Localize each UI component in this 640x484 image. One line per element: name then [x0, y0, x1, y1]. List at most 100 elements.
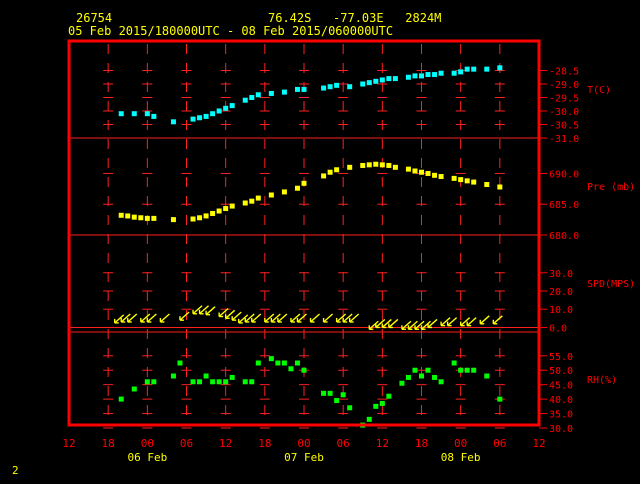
temperature-point: [170, 119, 176, 125]
humidity-point: [190, 379, 196, 385]
temperature-point: [131, 111, 137, 117]
pressure-point: [255, 195, 261, 201]
temperature-point: [144, 111, 150, 117]
humidity-tick-label: 45.0: [549, 381, 573, 392]
humidity-tick-label: 55.0: [549, 352, 573, 363]
pressure-point: [405, 166, 411, 172]
day-label: 06 Feb: [127, 451, 167, 464]
humidity-point: [334, 398, 340, 404]
meteogram-chart: 26754 76.42S -77.03E 2824M 05 Feb 2015/1…: [0, 0, 640, 480]
temperature-point: [321, 85, 327, 91]
temperature-point: [412, 73, 418, 79]
temperature-point: [347, 84, 353, 90]
temperature-point: [360, 81, 366, 87]
temperature-point: [464, 66, 470, 72]
humidity-point: [399, 380, 405, 386]
pressure-tick-label: 685.0: [549, 200, 579, 211]
temperature-point: [151, 113, 157, 119]
humidity-point: [373, 403, 379, 409]
day-label: 08 Feb: [441, 451, 481, 464]
temperature-point: [210, 111, 216, 117]
pressure-point: [197, 215, 203, 221]
pressure-point: [190, 216, 196, 222]
pressure-point: [203, 213, 209, 219]
humidity-point: [281, 360, 287, 366]
humidity-point: [497, 396, 503, 402]
humidity-point: [321, 390, 327, 396]
pressure-point: [412, 168, 418, 174]
temperature-point: [255, 92, 261, 98]
temperature-point: [281, 89, 287, 95]
humidity-point: [177, 360, 183, 366]
pressure-point: [281, 189, 287, 195]
temperature-tick-label: -30.5: [549, 121, 579, 132]
x-tick-label: 18: [102, 437, 115, 450]
humidity-point: [118, 396, 124, 402]
pressure-point: [210, 210, 216, 216]
x-tick-label: 00: [297, 437, 310, 450]
temperature-tick-label: -29.5: [549, 94, 579, 105]
humidity-point: [432, 374, 438, 380]
wind-tick-label: 0.0: [549, 323, 567, 334]
pressure-point: [392, 164, 398, 170]
pressure-tick-label: 680.0: [549, 231, 579, 242]
pressure-point: [484, 182, 490, 188]
humidity-tick-label: 30.0: [549, 424, 573, 435]
pressure-point: [327, 169, 333, 175]
humidity-point: [255, 360, 261, 366]
humidity-point: [458, 367, 464, 373]
x-tick-label: 18: [258, 437, 271, 450]
day-label: 07 Feb: [284, 451, 324, 464]
wind-tick-label: 10.0: [549, 305, 573, 316]
temperature-point: [392, 76, 398, 82]
pressure-point: [366, 162, 372, 168]
pressure-point: [321, 173, 327, 179]
humidity-point: [294, 360, 300, 366]
pressure-point: [229, 203, 235, 209]
temperature-point: [451, 70, 457, 76]
humidity-point: [301, 367, 307, 373]
temperature-tick-label: -29.0: [549, 80, 579, 91]
temperature-point: [223, 105, 229, 111]
pressure-tick-label: 690.0: [549, 169, 579, 180]
humidity-point: [386, 393, 392, 399]
temperature-point: [438, 70, 444, 76]
humidity-point: [131, 386, 137, 392]
temperature-point: [229, 103, 235, 109]
temperature-point: [190, 116, 196, 122]
temperature-tick-label: -31.0: [549, 134, 579, 145]
humidity-point: [340, 392, 346, 398]
x-tick-label: 06: [337, 437, 350, 450]
pressure-point: [294, 185, 300, 191]
x-tick-label: 12: [532, 437, 545, 450]
page-number: 2: [12, 464, 19, 477]
pressure-point: [268, 192, 274, 198]
temperature-point: [432, 72, 438, 78]
pressure-point: [464, 178, 470, 184]
pressure-point: [438, 174, 444, 180]
x-tick-label: 06: [180, 437, 193, 450]
x-tick-label: 00: [454, 437, 467, 450]
temperature-point: [379, 77, 385, 83]
humidity-point: [151, 379, 157, 385]
temperature-point: [197, 115, 203, 121]
pressure-label: Pre (mb): [587, 182, 635, 193]
pressure-point: [458, 177, 464, 183]
pressure-point: [425, 170, 431, 176]
temperature-point: [386, 76, 392, 82]
temperature-point: [242, 97, 248, 103]
pressure-point: [451, 175, 457, 181]
temperature-point: [366, 80, 372, 86]
humidity-point: [223, 379, 229, 385]
pressure-point: [118, 212, 124, 218]
humidity-point: [379, 400, 385, 406]
temperature-point: [458, 69, 464, 75]
pressure-point: [301, 180, 307, 186]
temperature-point: [294, 86, 300, 92]
humidity-point: [425, 367, 431, 373]
humidity-point: [229, 374, 235, 380]
temperature-point: [484, 66, 490, 72]
humidity-point: [438, 379, 444, 385]
humidity-point: [216, 379, 222, 385]
pressure-point: [379, 162, 385, 168]
